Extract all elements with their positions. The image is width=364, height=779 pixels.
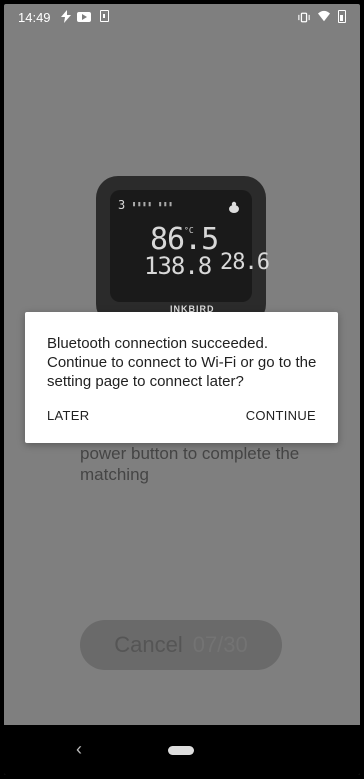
device-lcd: 3 ▮▮▮▮ ▮▮▮ 86.5 °C 138.8 28.6 INKBIRD xyxy=(110,190,270,314)
navigation-bar: ‹ xyxy=(4,725,360,775)
signal-bars-icon: ▮▮▮▮ ▮▮▮ xyxy=(132,200,174,208)
battery-icon xyxy=(338,10,346,23)
app-screen: 14:49 3 ▮▮▮▮ ▮▮▮ 86.5 °C 138.8 28.6 INKB… xyxy=(4,4,360,775)
status-time: 14:49 xyxy=(18,10,51,25)
continue-button[interactable]: CONTINUE xyxy=(246,408,316,423)
back-icon[interactable]: ‹ xyxy=(76,739,82,760)
countdown: 07/30 xyxy=(192,632,248,657)
chicken-icon xyxy=(229,201,239,213)
later-button[interactable]: LATER xyxy=(47,408,89,423)
ambient-temperature: 138.8 xyxy=(144,252,212,280)
wifi-icon xyxy=(318,10,330,22)
target-temperature: 28.6 xyxy=(220,250,270,275)
bolt-icon xyxy=(61,10,71,23)
bluetooth-success-dialog: Bluetooth connection succeeded. Continue… xyxy=(25,312,338,443)
cancel-button[interactable]: Cancel 07/30 xyxy=(80,620,282,670)
dialog-message: Bluetooth connection succeeded. Continue… xyxy=(47,335,317,390)
save-icon xyxy=(100,10,109,22)
status-bar: 14:49 xyxy=(4,4,360,30)
cancel-label: Cancel xyxy=(114,632,183,657)
thermometer-illustration: 3 ▮▮▮▮ ▮▮▮ 86.5 °C 138.8 28.6 INKBIRD xyxy=(96,176,270,326)
vibrate-icon xyxy=(298,12,310,23)
main-temperature-unit: °C xyxy=(184,226,194,235)
home-pill-icon[interactable] xyxy=(168,746,194,755)
youtube-icon xyxy=(77,12,91,22)
probe-number: 3 xyxy=(118,198,126,212)
